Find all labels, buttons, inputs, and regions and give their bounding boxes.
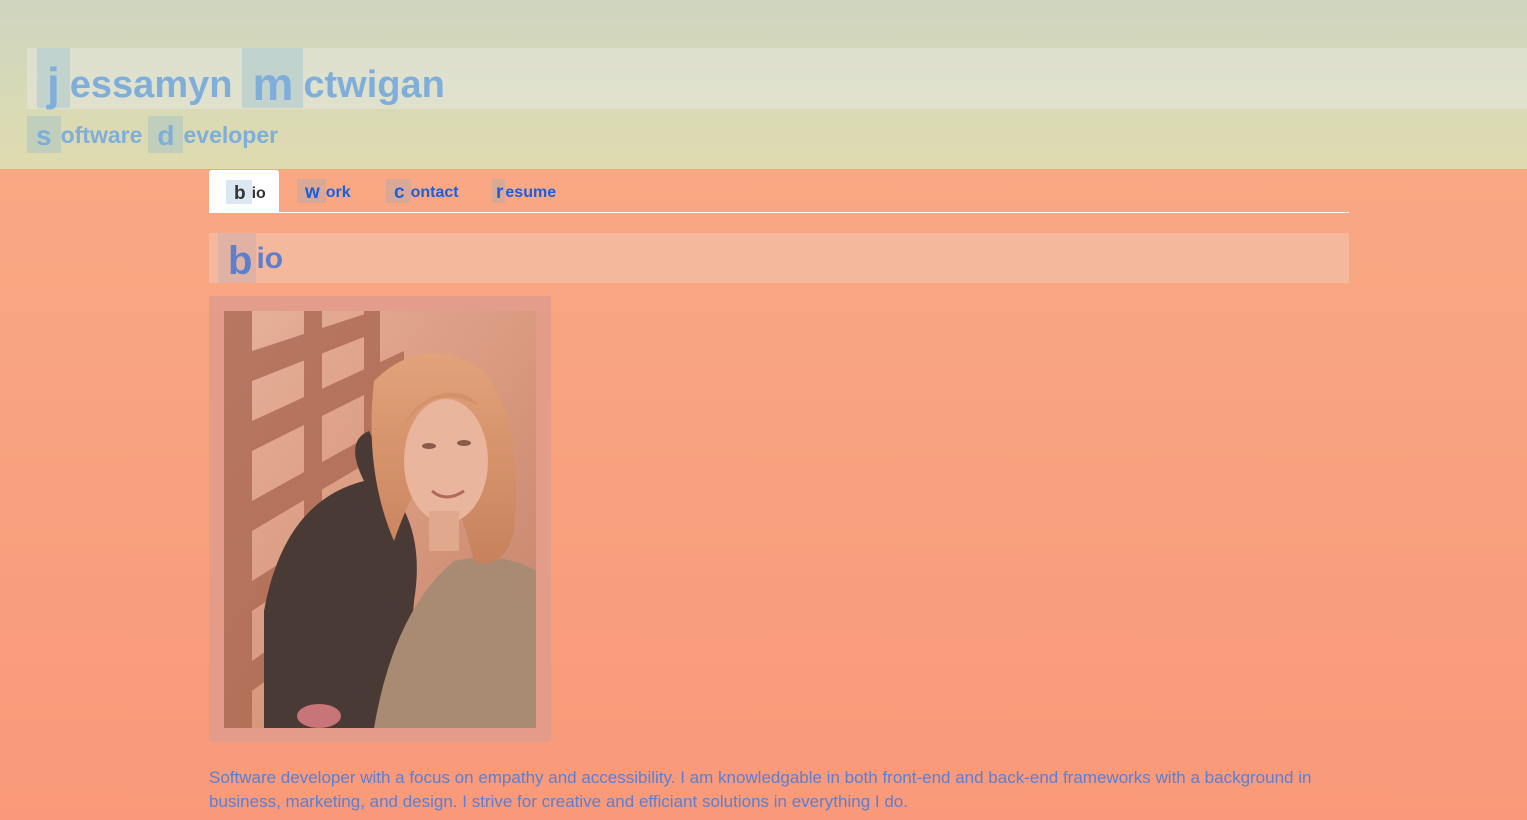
name-last-rest: ctwigan: [303, 64, 445, 106]
section-heading-rest: io: [256, 242, 284, 275]
name-first: j essamyn: [37, 48, 233, 110]
tab-bio[interactable]: b io: [209, 170, 279, 213]
subtitle-word-2: d eveloper: [148, 116, 278, 153]
name-last: m ctwigan: [242, 48, 445, 110]
tab-contact[interactable]: c ontact: [386, 170, 459, 212]
profile-photo-frame: [209, 296, 551, 742]
nav-tabs: b io w ork c ontact r esume: [209, 170, 1349, 213]
subtitle-word-2-rest: eveloper: [183, 122, 279, 148]
tab-bio-rest: io: [251, 184, 266, 202]
tab-resume-initial: r: [492, 179, 506, 203]
tab-contact-initial: c: [386, 179, 411, 203]
name-first-initial: j: [37, 48, 70, 110]
tab-work-rest: ork: [325, 184, 351, 201]
subtitle-word-2-initial: d: [148, 116, 184, 153]
site-subtitle: s oftware d eveloper: [27, 116, 284, 153]
subtitle-word-1: s oftware: [27, 116, 142, 153]
name-first-rest: essamyn: [69, 64, 233, 106]
tab-bio-initial: b: [226, 179, 252, 204]
tab-resume[interactable]: r esume: [492, 170, 556, 212]
tab-resume-rest: esume: [505, 184, 557, 201]
section-heading-bar: b io: [209, 233, 1349, 283]
portrait-photo: [224, 311, 536, 728]
section-heading-initial: b: [218, 233, 257, 283]
tab-contact-rest: ontact: [410, 184, 459, 201]
subtitle-word-1-rest: oftware: [60, 122, 143, 148]
site-title: j essamyn m ctwigan: [37, 48, 455, 110]
site-header: j essamyn m ctwigan s oftware d eveloper: [0, 0, 1527, 169]
subtitle-word-1-initial: s: [27, 116, 61, 153]
tab-work[interactable]: w ork: [297, 170, 351, 212]
bio-paragraph: Software developer with a focus on empat…: [209, 768, 1312, 811]
section-heading: b io: [218, 233, 283, 283]
portrait-photo-illustration: [224, 311, 536, 728]
tab-work-initial: w: [297, 179, 326, 203]
name-last-initial: m: [242, 48, 304, 110]
